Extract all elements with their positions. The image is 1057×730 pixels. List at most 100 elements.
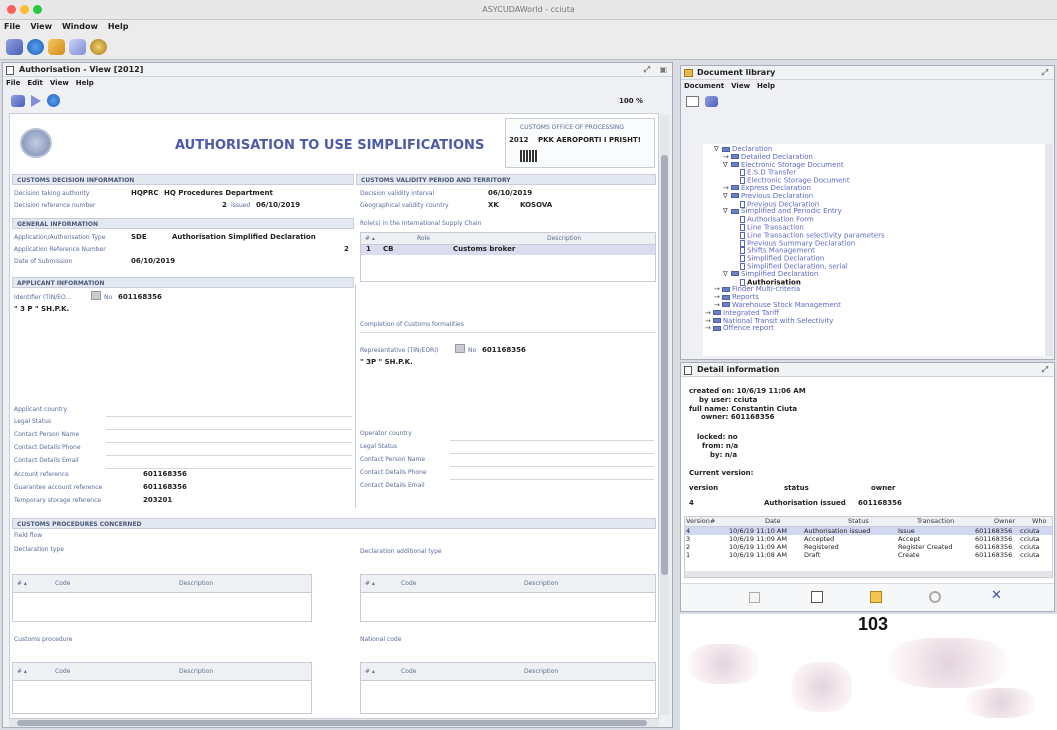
role-desc: Customs broker xyxy=(453,245,516,253)
type-label: Application/Authorisation Type xyxy=(14,234,106,241)
col-code[interactable]: Code xyxy=(55,575,70,593)
table-row[interactable]: 4 10/6/19 11:10 AM Authorisation issued Iss… xyxy=(685,527,1052,535)
auth-menu-view[interactable]: View xyxy=(50,79,69,87)
col-desc[interactable]: Description xyxy=(179,575,213,593)
maximize-icon[interactable]: ▣ xyxy=(659,63,667,77)
print-icon[interactable] xyxy=(811,591,823,603)
col-code[interactable]: Code xyxy=(55,663,70,681)
lock-icon[interactable] xyxy=(870,591,882,603)
key-icon[interactable] xyxy=(6,39,23,55)
view-icon[interactable] xyxy=(749,592,760,603)
hist-col-who[interactable]: Who xyxy=(1032,517,1047,525)
col-desc[interactable]: Description xyxy=(547,233,581,245)
folder-icon[interactable] xyxy=(48,39,65,55)
document-icon xyxy=(740,223,745,231)
history-scrollbar[interactable] xyxy=(685,571,1052,577)
restore-icon[interactable]: ⤢ xyxy=(644,63,650,77)
auth-menu-help[interactable]: Help xyxy=(76,79,94,87)
tree-expander-icon[interactable]: ∇ xyxy=(714,145,722,154)
history-header: Version# Date Status Transaction Owner W… xyxy=(685,517,1052,527)
auth-menu-edit[interactable]: Edit xyxy=(27,79,43,87)
tree-item-label: Line Transaction xyxy=(747,223,804,232)
representative-id[interactable]: 601168356 xyxy=(482,346,526,354)
col-num[interactable]: # ▴ xyxy=(365,233,375,245)
col-num[interactable]: # ▴ xyxy=(365,575,375,593)
lib-menu-view[interactable]: View xyxy=(731,82,750,90)
version-history-table: Version# Date Status Transaction Owner W… xyxy=(684,516,1053,578)
help-icon[interactable] xyxy=(47,94,60,107)
ref-value[interactable]: 2 xyxy=(222,201,227,209)
tree-scrollbar[interactable] xyxy=(1045,144,1053,356)
col-num[interactable]: # ▴ xyxy=(365,663,375,681)
col-desc[interactable]: Description xyxy=(179,663,213,681)
scrollbar-thumb[interactable] xyxy=(661,155,668,575)
authority-code[interactable]: HQPRC xyxy=(131,189,158,197)
hist-col-version[interactable]: Version# xyxy=(686,517,715,525)
hist-col-status[interactable]: Status xyxy=(848,517,869,525)
hist-col-date[interactable]: Date xyxy=(765,517,781,525)
vertical-scrollbar[interactable] xyxy=(660,115,669,715)
col-num[interactable]: # ▴ xyxy=(17,575,27,593)
tree-expander-icon[interactable]: ∇ xyxy=(723,270,731,279)
table-row[interactable]: 2 10/6/19 11:09 AM Registered Register Crea… xyxy=(685,543,1052,551)
hist-col-transaction[interactable]: Transaction xyxy=(917,517,954,525)
col-num[interactable]: # ▴ xyxy=(17,663,27,681)
cv-owner: 601168356 xyxy=(858,499,902,507)
key-icon[interactable] xyxy=(705,96,718,107)
auth-menu-file[interactable]: File xyxy=(6,79,20,87)
close-icon[interactable]: ✕ xyxy=(991,588,1002,603)
geo-code[interactable]: XK xyxy=(488,201,499,209)
guarantee-ref[interactable]: 601168356 xyxy=(143,483,187,491)
account-ref[interactable]: 601168356 xyxy=(143,470,187,478)
temp-storage-ref[interactable]: 203201 xyxy=(143,496,172,504)
menu-view[interactable]: View xyxy=(30,22,52,31)
col-desc[interactable]: Description xyxy=(524,663,558,681)
mail-icon[interactable] xyxy=(69,39,86,55)
document-icon[interactable] xyxy=(686,96,699,107)
restore-icon[interactable]: ⤢ xyxy=(1042,363,1048,377)
contact-name-label: Contact Person Name xyxy=(14,431,80,438)
settings-icon[interactable] xyxy=(90,39,107,55)
guarantee-ref-label: Guarantee account reference xyxy=(14,484,103,491)
table-row[interactable]: 3 10/6/19 11:09 AM Accepted Accept 601168356… xyxy=(685,535,1052,543)
menu-help[interactable]: Help xyxy=(108,22,129,31)
restore-icon[interactable]: ⤢ xyxy=(1042,66,1048,80)
horizontal-scrollbar[interactable] xyxy=(9,719,659,727)
col-code[interactable]: Code xyxy=(401,663,416,681)
interval-value[interactable]: 06/10/2019 xyxy=(488,189,532,197)
col-role[interactable]: Role xyxy=(417,233,430,245)
table-row[interactable]: 1 CB Customs broker xyxy=(361,245,655,255)
submission-date[interactable]: 06/10/2019 xyxy=(131,257,175,265)
representative-checkbox[interactable] xyxy=(455,344,465,353)
tree-expander-icon[interactable]: ∇ xyxy=(723,161,731,170)
key-icon[interactable] xyxy=(11,95,25,107)
menu-window[interactable]: Window xyxy=(62,22,98,31)
col-code[interactable]: Code xyxy=(401,575,416,593)
lib-menu-help[interactable]: Help xyxy=(757,82,775,90)
table-row[interactable]: 1 10/6/19 11:08 AM Draft Create 601168356 cci… xyxy=(685,551,1052,559)
scrollbar-thumb[interactable] xyxy=(17,720,647,726)
applicant-id-checkbox[interactable] xyxy=(91,291,101,300)
tree-expander-icon[interactable]: ∇ xyxy=(723,192,731,201)
tree-expander-icon[interactable]: → xyxy=(705,325,713,333)
tree-expander-icon[interactable]: ∇ xyxy=(723,208,731,216)
operator-country-label: Operator country xyxy=(360,430,412,437)
zoom-level[interactable]: 100 % xyxy=(619,97,643,105)
help-icon[interactable] xyxy=(27,39,44,55)
play-icon[interactable] xyxy=(31,95,41,107)
type-code[interactable]: SDE xyxy=(131,233,147,241)
hist-col-owner[interactable]: Owner xyxy=(994,517,1015,525)
menu-file[interactable]: File xyxy=(4,22,20,31)
divider xyxy=(106,468,352,469)
appref-value[interactable]: 2 xyxy=(344,245,349,253)
folder-icon xyxy=(731,193,739,199)
decision-date[interactable]: 06/10/2019 xyxy=(256,201,300,209)
lib-menu-document[interactable]: Document xyxy=(684,82,724,90)
divider xyxy=(106,455,352,456)
col-desc[interactable]: Description xyxy=(524,575,558,593)
search-icon[interactable] xyxy=(929,591,941,603)
barcode-icon xyxy=(520,150,538,162)
tree-item[interactable]: → Offence report xyxy=(703,324,1045,333)
applicant-id[interactable]: 601168356 xyxy=(118,293,162,301)
tree-expander-icon[interactable]: → xyxy=(714,301,722,310)
